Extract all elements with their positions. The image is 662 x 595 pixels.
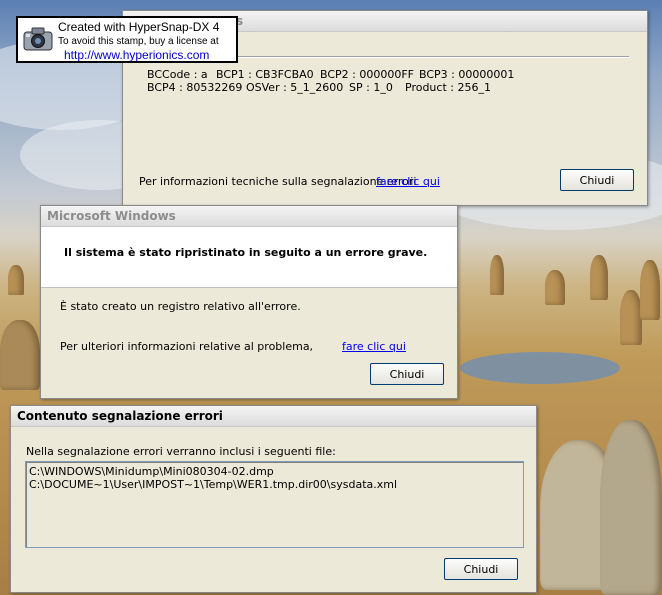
- microsoft-windows-dialog: Microsoft Windows Il sistema è stato rip…: [40, 205, 458, 399]
- mswindows-titlebar[interactable]: Microsoft Windows: [41, 206, 457, 227]
- hypersnap-stamp: Created with HyperSnap-DX 4 To avoid thi…: [16, 16, 238, 63]
- close-button[interactable]: Chiudi: [444, 558, 518, 580]
- technical-info-text: Per informazioni tecniche sulla segnalaz…: [139, 175, 417, 188]
- stamp-line-1: Created with HyperSnap-DX 4: [58, 20, 220, 34]
- rock-pinnacle: [640, 260, 660, 320]
- bcp2: BCP2 : 000000FF: [320, 68, 415, 81]
- more-info-link[interactable]: fare clic qui: [342, 340, 406, 353]
- rock-pinnacle: [620, 290, 642, 345]
- rock-pinnacle: [8, 265, 24, 295]
- rock-pinnacle: [545, 270, 565, 305]
- error-headline: Il sistema è stato ripristinato in segui…: [64, 246, 428, 259]
- bccode: BCCode : a: [147, 68, 208, 81]
- osver: OSVer : 5_1_2600: [246, 81, 344, 94]
- close-button[interactable]: Chiudi: [560, 169, 634, 191]
- report-intro-text: Nella segnalazione errori verranno inclu…: [26, 445, 336, 458]
- rock-pinnacle: [0, 320, 40, 390]
- rock-pinnacle: [490, 255, 504, 295]
- stamp-url: http://www.hyperionics.com: [64, 48, 210, 62]
- report-titlebar[interactable]: Contenuto segnalazione errori: [11, 406, 536, 427]
- bcp1: BCP1 : CB3FCBA0: [216, 68, 314, 81]
- camera-icon: [23, 27, 53, 51]
- rock-pinnacle: [590, 255, 608, 300]
- close-button[interactable]: Chiudi: [370, 363, 444, 385]
- bcp3: BCP3 : 00000001: [419, 68, 515, 81]
- list-item: C:\DOCUME~1\User\IMPOST~1\Temp\WER1.tmp.…: [29, 478, 398, 491]
- bcp4: BCP4 : 80532269: [147, 81, 243, 94]
- window-title: Microsoft Windows: [47, 209, 176, 223]
- service-pack: SP : 1_0: [349, 81, 393, 94]
- more-info-text: Per ulteriori informazioni relative al p…: [60, 340, 314, 353]
- list-item: C:\WINDOWS\Minidump\Mini080304-02.dmp: [29, 465, 274, 478]
- log-created-text: È stato creato un registro relativo all'…: [60, 300, 301, 313]
- error-report-contents-window: Contenuto segnalazione errori Nella segn…: [10, 405, 537, 593]
- water-pool: [460, 352, 620, 384]
- technical-info-link[interactable]: fare clic qui: [376, 175, 440, 188]
- rock-boulder: [600, 420, 662, 595]
- file-list[interactable]: C:\WINDOWS\Minidump\Mini080304-02.dmp C:…: [25, 461, 524, 548]
- stamp-line-2: To avoid this stamp, buy a license at: [58, 36, 219, 47]
- window-title: Contenuto segnalazione errori: [17, 409, 223, 423]
- product: Product : 256_1: [405, 81, 491, 94]
- header-panel: Il sistema è stato ripristinato in segui…: [41, 227, 457, 288]
